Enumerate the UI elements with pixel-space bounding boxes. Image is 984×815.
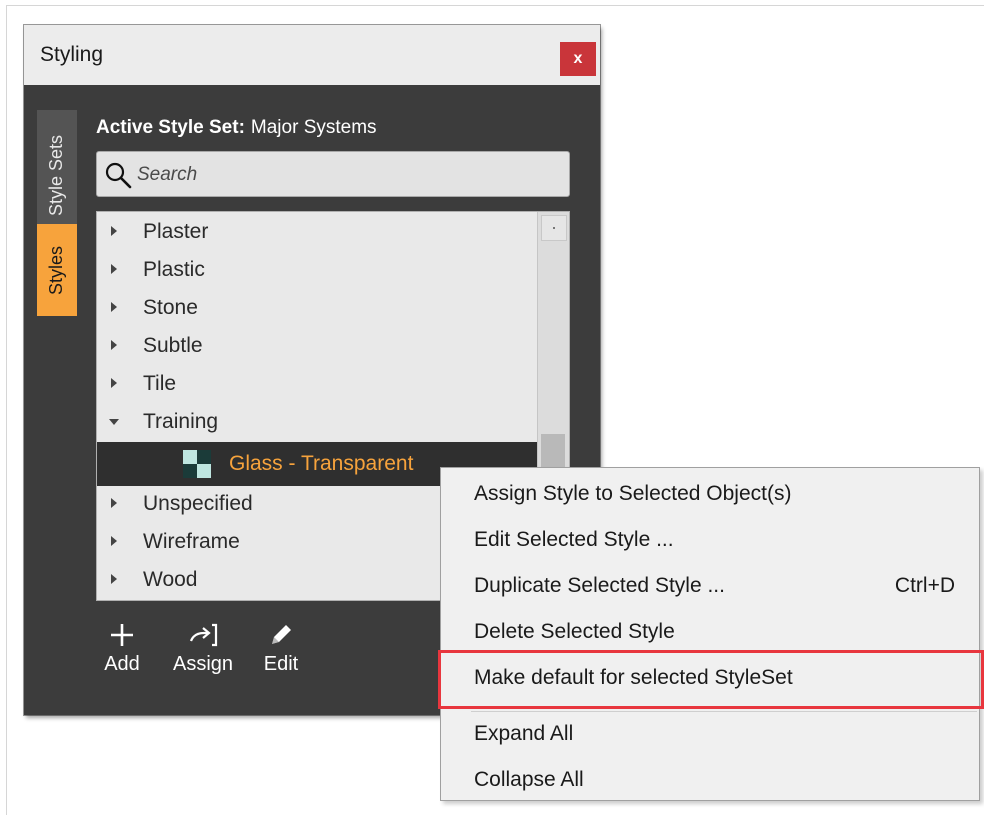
tree-item-plastic[interactable]: Plastic [97,252,537,290]
frame-border-top [6,5,984,6]
tree-item-label: Training [143,410,219,433]
tree-item-label: Wireframe [143,530,240,553]
tree-item-label: Unspecified [143,492,253,515]
add-label: Add [104,653,140,675]
tree-item-training[interactable]: Training [97,404,537,442]
title-bar[interactable]: Styling x [24,25,600,85]
pencil-icon [272,625,291,644]
tab-styles-label: Styles [46,245,67,295]
assign-label: Assign [172,653,234,675]
menu-item-expand-all[interactable]: Expand All [441,711,979,757]
material-swatch-icon [183,450,211,478]
tab-styles[interactable]: Styles [37,224,77,316]
menu-item-label: Collapse All [474,768,584,791]
active-style-set-label: Active Style Set: [96,117,245,138]
tree-item-subtle[interactable]: Subtle [97,328,537,366]
tree-item-label: Wood [143,568,198,591]
tree-item-label: Subtle [143,334,203,357]
menu-item-delete-style[interactable]: Delete Selected Style [441,609,979,655]
expand-arrow-icon[interactable] [111,226,117,236]
add-button[interactable]: Add [98,621,146,687]
menu-item-shortcut: Ctrl+D [894,574,955,597]
tree-item-label: Tile [143,372,177,395]
menu-item-assign-style[interactable]: Assign Style to Selected Object(s) [441,471,979,517]
tab-style-sets[interactable]: Style Sets [37,110,77,240]
tab-style-sets-label: Style Sets [46,134,67,216]
menu-item-edit-style[interactable]: Edit Selected Style ... [441,517,979,563]
close-button[interactable]: x [560,42,596,76]
menu-item-collapse-all[interactable]: Collapse All [441,757,979,803]
collapse-arrow-icon[interactable] [109,419,119,425]
scroll-up-button[interactable] [541,215,567,241]
menu-item-label: Assign Style to Selected Object(s) [474,482,792,505]
edit-button[interactable]: Edit [256,621,306,687]
tree-item-stone[interactable]: Stone [97,290,537,328]
assign-arrow-icon [189,623,218,647]
search-input[interactable] [135,160,559,190]
active-style-set-value: Major Systems [250,117,377,138]
menu-item-make-default[interactable]: Make default for selected StyleSet [441,655,979,701]
search-box[interactable] [96,151,570,197]
expand-arrow-icon[interactable] [111,536,117,546]
plus-icon [111,624,133,646]
context-menu: Assign Style to Selected Object(s) Edit … [440,467,980,801]
window-title: Styling [40,43,104,66]
expand-arrow-icon[interactable] [111,574,117,584]
expand-arrow-icon[interactable] [111,498,117,508]
expand-arrow-icon[interactable] [111,264,117,274]
tree-item-label: Plaster [143,220,209,243]
menu-item-label: Edit Selected Style ... [474,528,674,551]
tree-item-label: Glass - Transparent [229,452,414,475]
tree-item-tile[interactable]: Tile [97,366,537,404]
menu-item-label: Make default for selected StyleSet [474,666,793,689]
expand-arrow-icon[interactable] [111,302,117,312]
active-style-set: Active Style Set: Major Systems [96,117,377,139]
menu-item-label: Delete Selected Style [474,620,675,643]
menu-item-label: Expand All [474,722,574,745]
tree-item-plaster[interactable]: Plaster [97,214,537,252]
expand-arrow-icon[interactable] [111,378,117,388]
tree-item-label: Plastic [143,258,205,281]
frame-border-left [6,5,7,815]
edit-label: Edit [263,653,299,675]
menu-item-label: Duplicate Selected Style ... [474,574,725,597]
search-icon [105,162,132,189]
expand-arrow-icon[interactable] [111,340,117,350]
menu-item-duplicate-style[interactable]: Duplicate Selected Style ... Ctrl+D [441,563,979,609]
tree-item-label: Stone [143,296,198,319]
assign-button[interactable]: Assign [168,621,238,687]
